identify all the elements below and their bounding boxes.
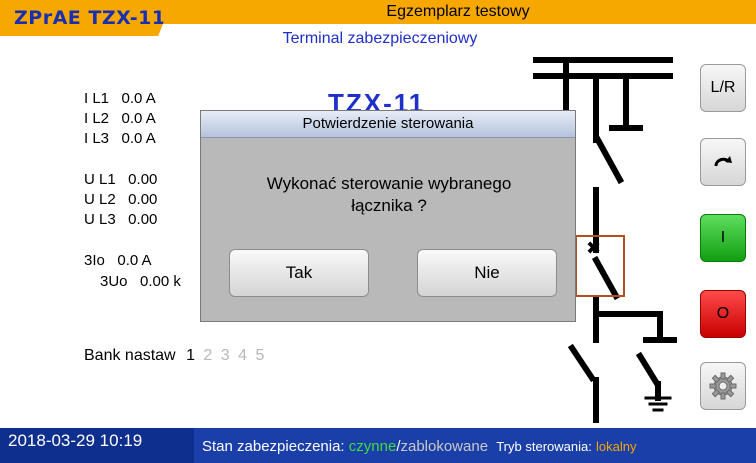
bank-5[interactable]: 5 [256, 347, 265, 364]
brand-logo: ZPrAE TZX-11 [0, 0, 172, 36]
local-remote-label: L/R [710, 79, 736, 96]
open-command-button[interactable]: O [700, 290, 746, 338]
local-remote-button[interactable]: L/R [700, 64, 746, 112]
circuit-breaker [591, 255, 621, 301]
selected-breaker-frame [575, 235, 625, 297]
dialog-title: Potwierdzenie sterowania [201, 111, 575, 138]
meas-3u0: 3Uo 0.00 k [100, 273, 181, 290]
hmi-screen: Egzemplarz testowy ZPrAE TZX-11 Terminal… [0, 0, 756, 463]
gear-icon [709, 372, 737, 400]
confirm-dialog: Potwierdzenie sterowania Wykonać sterowa… [200, 110, 576, 322]
title-bar: Egzemplarz testowy [160, 0, 756, 24]
rotate-arrow-icon [714, 156, 732, 167]
settings-bank: Bank nastaw 1 2 3 4 5 [84, 347, 264, 365]
datetime: 2018-03-29 10:19 [8, 431, 143, 450]
open-command-label: O [716, 305, 730, 322]
close-command-label: I [720, 229, 726, 246]
dialog-message-line1: Wykonać sterowanie wybranego [266, 174, 512, 193]
meas-ul3: U L3 0.00 [84, 211, 158, 228]
earthing-switch [635, 351, 661, 387]
protection-status: Stan zabezpieczenia: czynne/zablokowane … [202, 438, 636, 455]
dialog-message-line2: łącznika ? [351, 196, 427, 215]
meas-ul1: U L1 0.00 [84, 171, 158, 188]
bank-label: Bank nastaw [84, 347, 176, 364]
status-label: Stan zabezpieczenia: [202, 438, 345, 455]
disconnector-lower [567, 343, 597, 383]
device-subtitle: Terminal zabezpieczeniowy [282, 30, 478, 47]
settings-button[interactable] [700, 362, 746, 410]
breaker-x-mark: ✖ [586, 238, 601, 259]
status-blocked: zablokowane [400, 438, 489, 455]
meas-3i0: 3Io 0.0 A [84, 252, 152, 269]
meas-ul2: U L2 0.00 [84, 191, 158, 208]
yes-button[interactable]: Tak [229, 249, 369, 297]
rotate-button[interactable] [700, 138, 746, 186]
control-mode-value: lokalny [596, 439, 637, 454]
dialog-message: Wykonać sterowanie wybranego łącznika ? [201, 173, 577, 217]
control-mode-label: Tryb sterowania: [496, 439, 592, 454]
no-button[interactable]: Nie [417, 249, 557, 297]
bank-4[interactable]: 4 [238, 347, 247, 364]
meas-il2: I L2 0.0 A [84, 110, 156, 127]
meas-il1: I L1 0.0 A [84, 90, 156, 107]
bank-1[interactable]: 1 [186, 347, 195, 364]
close-command-button[interactable]: I [700, 214, 746, 262]
disconnector-upper [593, 135, 625, 185]
bank-2[interactable]: 2 [203, 347, 212, 364]
bank-3[interactable]: 3 [221, 347, 230, 364]
status-active: czynne [348, 438, 397, 455]
meas-il3: I L3 0.0 A [84, 130, 156, 147]
